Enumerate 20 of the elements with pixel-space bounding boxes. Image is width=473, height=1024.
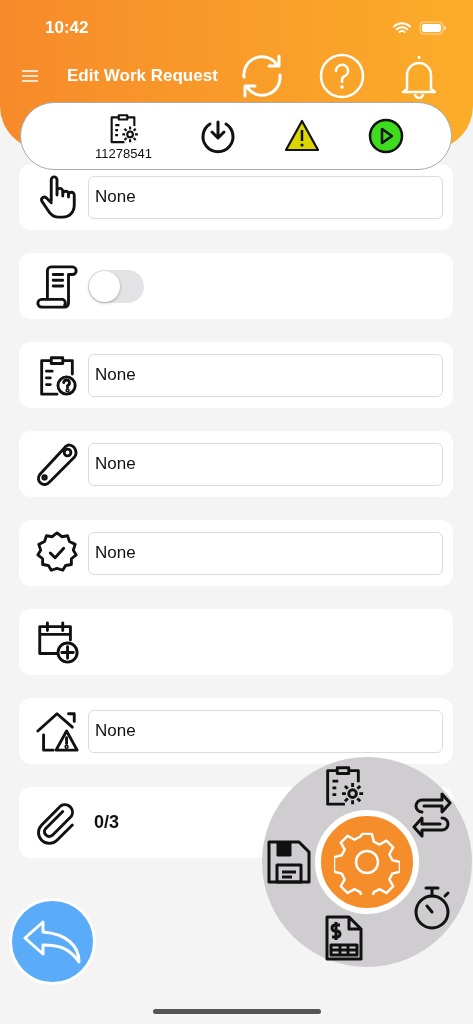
save-icon[interactable] bbox=[266, 839, 312, 885]
text-field[interactable]: None bbox=[88, 442, 443, 486]
wifi-icon bbox=[393, 21, 411, 35]
attachment-count: 0/3 bbox=[94, 812, 120, 833]
toggle-switch[interactable] bbox=[88, 269, 144, 303]
play-icon[interactable] bbox=[367, 118, 404, 154]
download-circle-icon[interactable] bbox=[199, 118, 236, 154]
battery-icon bbox=[419, 21, 447, 35]
stopwatch-icon[interactable] bbox=[412, 885, 452, 931]
invoice-icon[interactable] bbox=[324, 915, 364, 961]
work-order-number: 11278541 bbox=[95, 146, 152, 161]
scroll-icon bbox=[34, 263, 80, 309]
text-field[interactable]: None bbox=[88, 353, 443, 397]
warning-icon[interactable] bbox=[283, 119, 320, 153]
pin-icon bbox=[34, 441, 80, 487]
screen-title: Edit Work Request bbox=[67, 66, 218, 86]
text-field[interactable]: None bbox=[88, 709, 443, 753]
status-time: 10:42 bbox=[45, 18, 89, 38]
text-field[interactable]: None bbox=[88, 175, 443, 219]
text-field[interactable]: None bbox=[88, 531, 443, 575]
